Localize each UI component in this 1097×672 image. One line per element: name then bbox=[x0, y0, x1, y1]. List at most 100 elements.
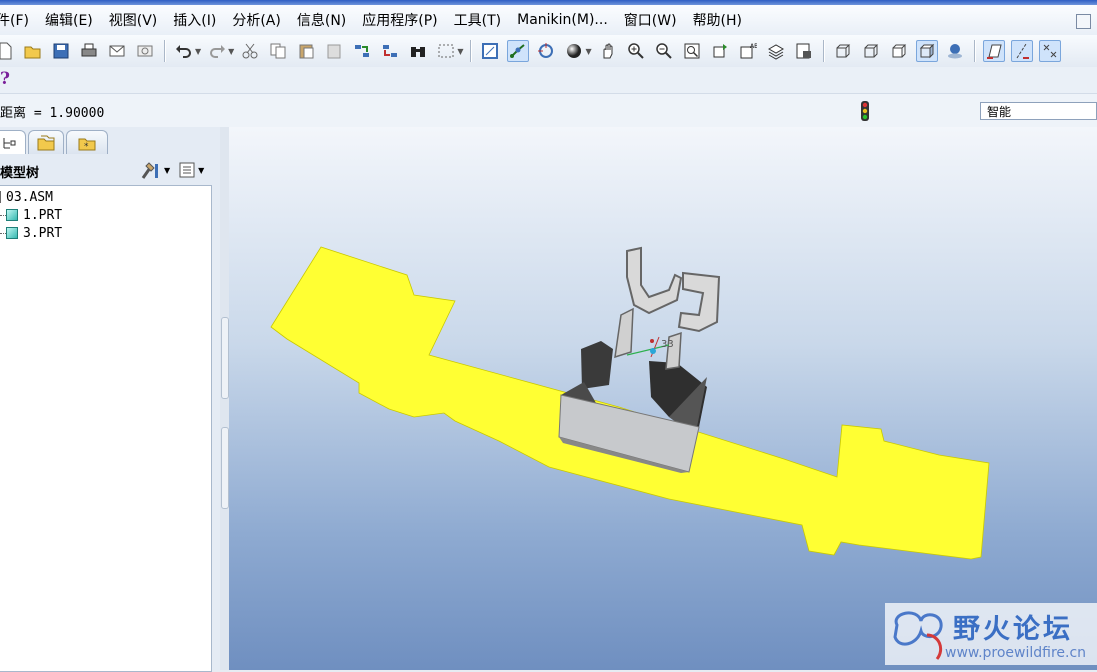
tree-item-label: 03.ASM bbox=[6, 189, 53, 205]
graphics-window[interactable]: 33 bbox=[229, 127, 1097, 670]
toolbar-separator bbox=[164, 40, 165, 62]
datum-point-icon bbox=[1043, 44, 1056, 58]
hidden-line-button[interactable] bbox=[860, 40, 882, 62]
regenerate-button[interactable] bbox=[351, 40, 373, 62]
wireframe-button[interactable] bbox=[832, 40, 854, 62]
dimension-label: 33 bbox=[661, 339, 674, 350]
sash-grip[interactable] bbox=[221, 317, 229, 399]
svg-text:*: * bbox=[84, 142, 89, 151]
undo-icon bbox=[176, 45, 191, 58]
datum-points-button[interactable] bbox=[1038, 40, 1061, 62]
new-file-button[interactable] bbox=[0, 40, 16, 62]
send-mail-button[interactable] bbox=[106, 40, 128, 62]
navigator-panel: * 模型树 ▼ ▼ 03.ASM 1.PRT 3.PRT bbox=[0, 127, 220, 672]
tree-item-label: 3.PRT bbox=[23, 225, 63, 241]
view-manager-button[interactable] bbox=[793, 40, 815, 62]
repaint-button[interactable] bbox=[479, 40, 501, 62]
redo-dropdown-icon[interactable]: ▼ bbox=[228, 47, 234, 56]
tab-model-tree[interactable] bbox=[0, 130, 26, 154]
show-dropdown-icon[interactable]: ▼ bbox=[198, 166, 204, 175]
menu-help[interactable]: 帮助(H) bbox=[685, 10, 750, 30]
context-help-icon[interactable]: ? bbox=[0, 69, 10, 89]
zoom-in-button[interactable] bbox=[625, 40, 647, 62]
shaded-cube-icon bbox=[919, 43, 934, 59]
select-dropdown-icon[interactable]: ▼ bbox=[457, 47, 463, 56]
refit-button[interactable] bbox=[681, 40, 703, 62]
send-link-button[interactable] bbox=[134, 40, 156, 62]
menu-analysis[interactable]: 分析(A) bbox=[224, 10, 289, 30]
zoom-out-icon bbox=[655, 43, 672, 59]
paste-special-button[interactable] bbox=[323, 40, 345, 62]
open-folder-icon bbox=[24, 46, 41, 59]
undo-dropdown-icon[interactable]: ▼ bbox=[195, 47, 201, 56]
open-file-button[interactable] bbox=[22, 40, 44, 62]
print-button[interactable] bbox=[78, 40, 100, 62]
datum-planes-button[interactable] bbox=[982, 40, 1005, 62]
enhanced-realism-button[interactable] bbox=[944, 40, 966, 62]
favorites-folder-icon: * bbox=[78, 138, 96, 151]
yellow-part[interactable] bbox=[270, 246, 990, 560]
save-button[interactable] bbox=[50, 40, 72, 62]
shading-button[interactable] bbox=[915, 40, 938, 62]
find-button[interactable] bbox=[407, 40, 429, 62]
tree-item-part[interactable]: 3.PRT bbox=[0, 224, 62, 242]
no-hidden-cube-icon bbox=[892, 44, 906, 58]
part-icon bbox=[6, 209, 18, 221]
show-menu-icon[interactable] bbox=[178, 161, 196, 179]
select-box-button[interactable] bbox=[435, 40, 457, 62]
display-style-button[interactable] bbox=[563, 40, 585, 62]
model-tree: 03.ASM 1.PRT 3.PRT bbox=[0, 185, 212, 672]
tree-item-part[interactable]: 1.PRT bbox=[0, 206, 62, 224]
saved-views-button[interactable]: AB bbox=[737, 40, 759, 62]
menu-edit[interactable]: 编辑(E) bbox=[37, 10, 101, 30]
tab-favorites[interactable]: * bbox=[66, 130, 108, 154]
paste-button[interactable] bbox=[295, 40, 317, 62]
undo-button[interactable] bbox=[173, 40, 195, 62]
datum-axes-button[interactable] bbox=[1010, 40, 1033, 62]
toolbar-separator bbox=[822, 40, 824, 62]
sash-grip[interactable] bbox=[221, 427, 229, 509]
tree-settings-dropdown-icon[interactable]: ▼ bbox=[164, 166, 170, 175]
regen-manager-icon bbox=[383, 45, 398, 57]
copy-button[interactable] bbox=[267, 40, 289, 62]
datum-axis-icon bbox=[1016, 43, 1029, 59]
toolbar-separator bbox=[470, 40, 472, 62]
orient-mode-icon bbox=[538, 43, 554, 58]
display-style-dropdown-icon[interactable]: ▼ bbox=[585, 47, 591, 56]
navigator-sash[interactable] bbox=[220, 127, 229, 670]
datum-plane-icon bbox=[986, 44, 1002, 59]
context-help-row: ? bbox=[0, 67, 1097, 93]
regen-manager-button[interactable] bbox=[379, 40, 401, 62]
pan-button[interactable] bbox=[597, 40, 619, 62]
reorient-icon bbox=[713, 44, 727, 58]
menu-view[interactable]: 视图(V) bbox=[101, 10, 166, 30]
hidden-line-cube-icon bbox=[864, 44, 878, 58]
tab-folder-browser[interactable] bbox=[28, 130, 64, 154]
spin-center-icon bbox=[510, 44, 526, 58]
menu-insert[interactable]: 插入(I) bbox=[165, 10, 224, 30]
no-hidden-button[interactable] bbox=[888, 40, 910, 62]
orient-mode-button[interactable] bbox=[535, 40, 557, 62]
spin-center-button[interactable] bbox=[507, 40, 530, 62]
hand-icon bbox=[603, 43, 613, 59]
menu-tools[interactable]: 工具(T) bbox=[446, 10, 509, 30]
tree-settings-icon[interactable] bbox=[140, 160, 162, 180]
cut-button[interactable] bbox=[239, 40, 261, 62]
refit-icon bbox=[684, 43, 700, 59]
menu-applications[interactable]: 应用程序(P) bbox=[354, 10, 445, 30]
layers-button[interactable] bbox=[765, 40, 787, 62]
menu-file[interactable]: 件(F) bbox=[0, 10, 37, 30]
window-control-button[interactable] bbox=[1076, 14, 1091, 29]
menu-manikin[interactable]: Manikin(M)... bbox=[509, 12, 616, 28]
assembly-icon bbox=[0, 191, 3, 203]
selection-filter-select[interactable]: 智能 bbox=[980, 102, 1097, 120]
reorient-button[interactable] bbox=[709, 40, 731, 62]
svg-text:AB: AB bbox=[750, 43, 757, 50]
metal-clip[interactable] bbox=[558, 246, 721, 473]
tree-item-assembly[interactable]: 03.ASM bbox=[0, 188, 53, 206]
redo-button[interactable] bbox=[206, 40, 228, 62]
realism-icon bbox=[947, 44, 962, 59]
zoom-out-button[interactable] bbox=[653, 40, 675, 62]
menu-info[interactable]: 信息(N) bbox=[289, 10, 354, 30]
menu-window[interactable]: 窗口(W) bbox=[616, 10, 685, 30]
